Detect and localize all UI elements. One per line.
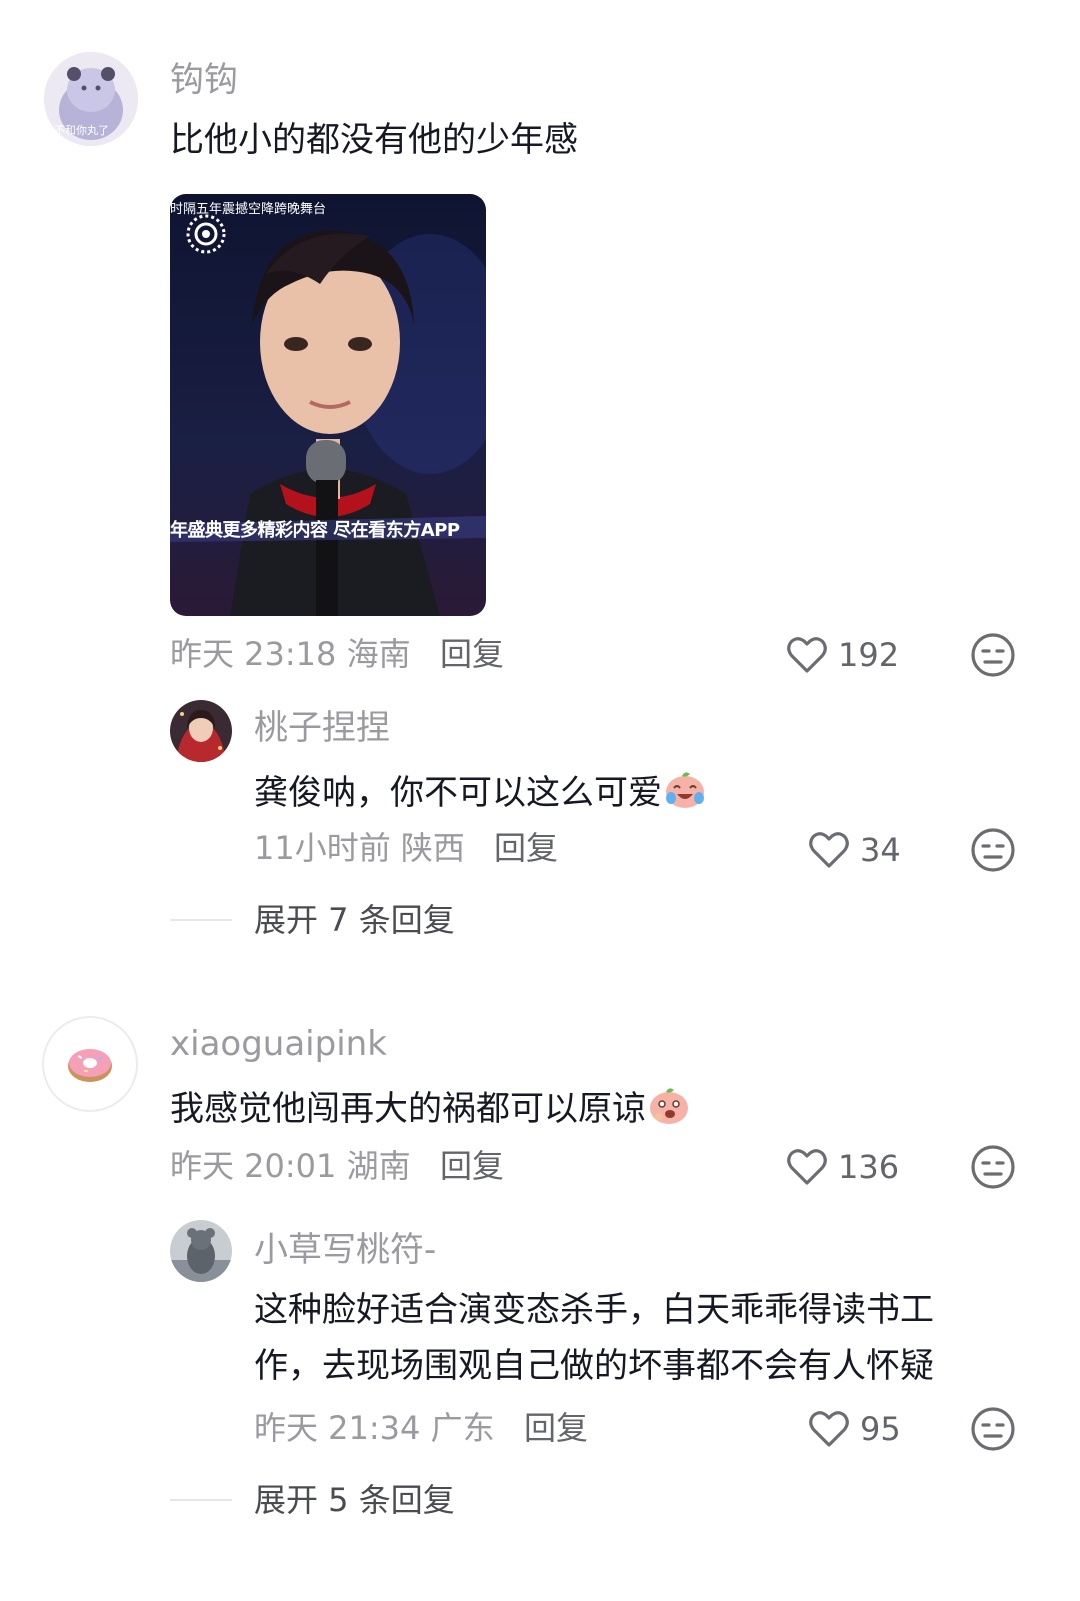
like-count: 95 (860, 1410, 901, 1448)
reply-text-body: 龚俊呐，你不可以这么可爱 (254, 773, 662, 813)
reply-button[interactable]: 回复 (524, 1408, 588, 1448)
expand-replies-label: 展开 5 条回复 (254, 1481, 455, 1519)
avatar[interactable] (170, 700, 232, 762)
reply-button[interactable]: 回复 (440, 634, 504, 674)
reply-meta: 昨天 21:34 广东 (254, 1409, 495, 1447)
meh-face-icon[interactable] (970, 632, 1016, 678)
avatar[interactable] (42, 1016, 138, 1112)
reply-username[interactable]: 桃子捏捏 (254, 708, 390, 748)
like-button[interactable]: 192 (784, 632, 899, 678)
meh-face-icon[interactable] (970, 827, 1016, 873)
meh-face-icon[interactable] (970, 1406, 1016, 1452)
comment-username[interactable]: 钩钩 (170, 60, 238, 100)
reply-button[interactable]: 回复 (494, 828, 558, 868)
avatar-image (170, 700, 232, 762)
reply-button[interactable]: 回复 (440, 1146, 504, 1186)
avatar[interactable]: 不和你丸了 (44, 52, 138, 146)
comment-meta: 昨天 23:18 海南 (170, 635, 411, 673)
reply-text: 龚俊呐，你不可以这么可爱 (254, 768, 706, 813)
like-button[interactable]: 95 (806, 1406, 901, 1452)
donut-icon (68, 1049, 112, 1082)
comment-text-body: 我感觉他闯再大的祸都可以原谅 (170, 1089, 646, 1129)
expand-replies-button[interactable]: 展开 7 条回复 (170, 900, 455, 940)
expand-divider (170, 919, 232, 921)
like-count: 34 (860, 831, 901, 869)
meh-face-icon[interactable] (970, 1144, 1016, 1190)
expand-replies-label: 展开 7 条回复 (254, 901, 455, 939)
avatar-image (170, 1220, 232, 1282)
avatar-caption: 不和你丸了 (54, 124, 109, 137)
comment-meta: 昨天 20:01 湖南 (170, 1147, 411, 1185)
reply-text-line1: 这种脸好适合演变态杀手，白天乖乖得读书工 (254, 1290, 934, 1330)
comment-text: 我感觉他闯再大的祸都可以原谅 (170, 1084, 690, 1129)
photo-caption-top: 时隔五年震撼空降跨晚舞台 (170, 202, 327, 217)
comment-photo (170, 194, 486, 616)
reply-meta: 11小时前 陕西 (254, 829, 465, 867)
avatar[interactable] (170, 1220, 232, 1282)
like-button[interactable]: 34 (806, 827, 901, 873)
comment-text: 比他小的都没有他的少年感 (170, 120, 578, 160)
like-button[interactable]: 136 (784, 1144, 899, 1190)
expand-replies-button[interactable]: 展开 5 条回复 (170, 1480, 455, 1520)
heart-outline-icon (787, 637, 827, 673)
crying-laughing-peach-emoji (666, 772, 704, 808)
heart-outline-icon (787, 1149, 827, 1185)
photo-caption-bottom: 年盛典更多精彩内容 尽在看东方APP (170, 520, 460, 541)
shy-peach-emoji (650, 1088, 688, 1124)
comment-image[interactable]: 时隔五年震撼空降跨晚舞台 年盛典更多精彩内容 尽在看东方APP (170, 194, 486, 616)
reply-username[interactable]: 小草写桃符- (254, 1230, 436, 1270)
heart-outline-icon (809, 832, 849, 868)
reply-text-line2: 作，去现场围观自己做的坏事都不会有人怀疑 (254, 1346, 934, 1386)
expand-divider (170, 1499, 232, 1501)
heart-outline-icon (809, 1411, 849, 1447)
like-count: 136 (838, 1148, 900, 1186)
like-count: 192 (838, 636, 900, 674)
comment-username[interactable]: xiaoguaipink (170, 1024, 387, 1064)
